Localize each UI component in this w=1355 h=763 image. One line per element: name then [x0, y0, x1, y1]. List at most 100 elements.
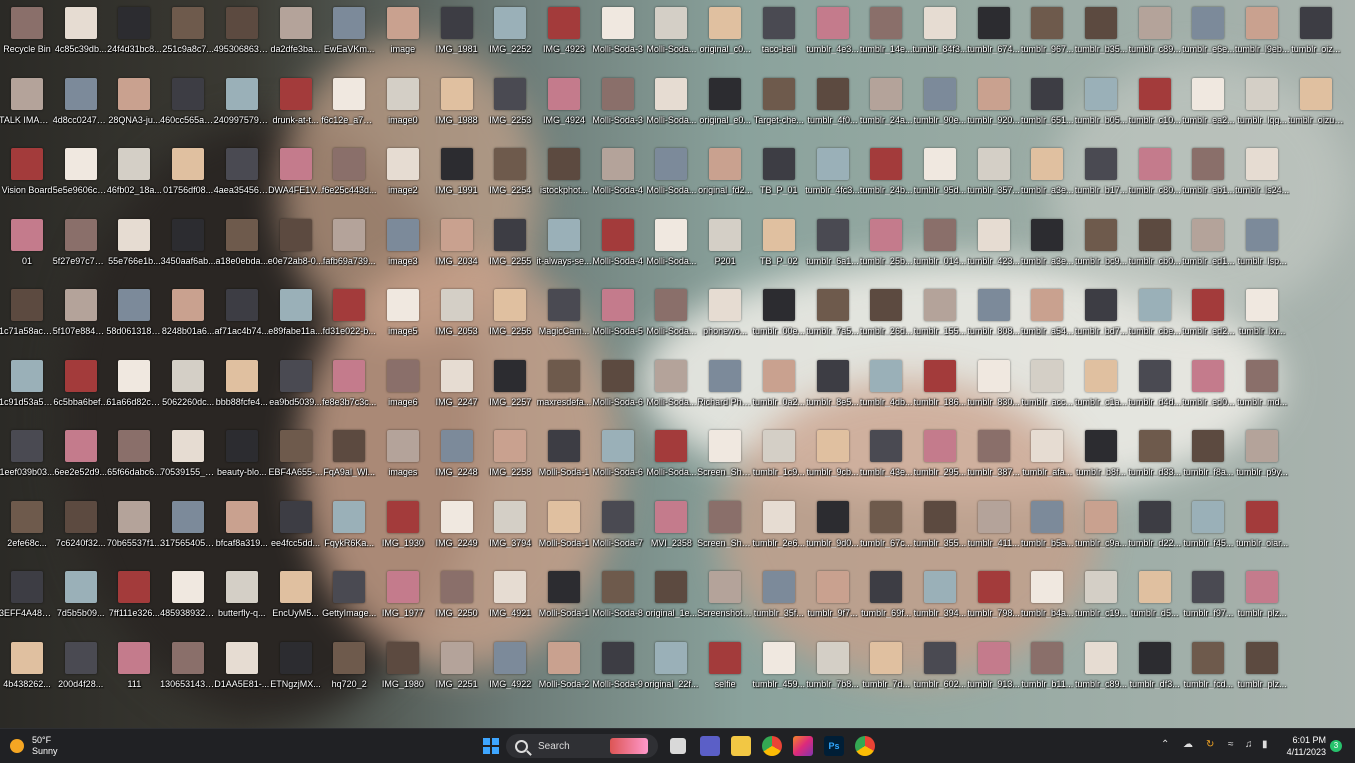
desktop-icon[interactable]: tumblr_md...: [1235, 355, 1289, 423]
desktop-icon[interactable]: tumblr_920...: [967, 73, 1021, 141]
desktop-icon[interactable]: tumblr_lxr...: [1235, 284, 1289, 352]
desktop-icon[interactable]: Molli-Soda-6: [591, 425, 645, 493]
desktop-icon[interactable]: IMG_1980: [376, 637, 430, 705]
desktop-icon[interactable]: Screen_Sho...: [697, 496, 753, 564]
desktop-icon[interactable]: 1306531433...: [160, 637, 216, 705]
chrome-profile-icon[interactable]: [855, 736, 875, 756]
wifi-icon[interactable]: ≈: [1228, 739, 1234, 750]
desktop-icon[interactable]: IMG_2249: [430, 496, 484, 564]
desktop-icon[interactable]: IMG_2251: [430, 637, 484, 705]
desktop-icon[interactable]: tumblr_b05...: [1074, 73, 1128, 141]
desktop-icon[interactable]: 58d0613182...: [106, 284, 162, 352]
desktop-icon[interactable]: tumblr_8e5...: [806, 355, 860, 423]
desktop-icon[interactable]: tumblr_cbe...: [1128, 284, 1182, 352]
desktop-icon[interactable]: tumblr_c10...: [1128, 73, 1182, 141]
desktop-icon[interactable]: tumblr_oiz...: [1289, 2, 1343, 70]
volume-icon[interactable]: ♫: [1245, 739, 1253, 750]
desktop-icon[interactable]: tumblr_oiar...: [1235, 496, 1289, 564]
desktop-icon[interactable]: phonewo...: [698, 284, 752, 352]
desktop-icon[interactable]: tumblr_bc9...: [1074, 214, 1128, 282]
desktop-icon[interactable]: tumblr_c89...: [1128, 2, 1182, 70]
desktop-icon[interactable]: 46fb02_18a...: [107, 143, 162, 211]
desktop-icon[interactable]: Richard Photo RO85: [697, 355, 753, 423]
desktop-icon[interactable]: tumblr_c89...: [1074, 637, 1128, 705]
desktop-icon[interactable]: selfie: [698, 637, 752, 705]
desktop-icon[interactable]: Molli-Soda-8: [591, 566, 645, 634]
photoshop-icon[interactable]: Ps: [824, 736, 844, 756]
desktop-icon[interactable]: tumblr_24a...: [859, 73, 913, 141]
desktop-icon[interactable]: tumblr_423...: [967, 214, 1021, 282]
desktop-icon[interactable]: IMG_4921: [483, 566, 537, 634]
desktop-icon[interactable]: tumblr_387...: [967, 425, 1021, 493]
desktop-icon[interactable]: IMG_2252: [483, 2, 537, 70]
desktop-icon[interactable]: Molli-Soda...: [644, 425, 698, 493]
desktop-icon[interactable]: tumblr_9d0...: [806, 496, 860, 564]
desktop-icon[interactable]: tumblr_913...: [967, 637, 1021, 705]
desktop-icon[interactable]: 7d5b5b09...: [54, 566, 108, 634]
desktop-icon[interactable]: tumblr_355...: [913, 496, 967, 564]
desktop-icon[interactable]: tumblr_95d...: [913, 143, 967, 211]
desktop-icon[interactable]: drunk-at-t...: [269, 73, 323, 141]
desktop-icon[interactable]: tumblr_25b...: [859, 214, 913, 282]
desktop-icon[interactable]: tumblr_b5a...: [1020, 496, 1074, 564]
desktop-icon[interactable]: 2409975798...: [214, 73, 270, 141]
desktop-icon[interactable]: tumblr_d22...: [1128, 496, 1182, 564]
desktop-icon[interactable]: f6e25c443d...: [322, 143, 376, 211]
desktop-icon[interactable]: P201: [698, 214, 752, 282]
desktop-icon[interactable]: tumblr_0a2...: [752, 355, 806, 423]
chrome-icon[interactable]: [762, 736, 782, 756]
desktop-icon[interactable]: tumblr_4e3...: [806, 2, 860, 70]
desktop-icon[interactable]: IMG_2258: [483, 425, 537, 493]
desktop-icon[interactable]: tumblr_67c...: [859, 496, 913, 564]
desktop-icon[interactable]: original_22f...: [644, 637, 698, 705]
taskbar-search-box[interactable]: Search: [506, 734, 658, 758]
desktop-icon[interactable]: tumblr_d5...: [1128, 566, 1182, 634]
desktop-icon[interactable]: 4953068637...: [214, 2, 270, 70]
desktop-icon[interactable]: 6c5bba6bef...: [53, 355, 108, 423]
desktop-icon[interactable]: tumblr_84f3...: [912, 2, 967, 70]
desktop-icon[interactable]: tumblr_d4d...: [1128, 355, 1182, 423]
desktop-icon[interactable]: tumblr_1c9...: [752, 425, 806, 493]
desktop-icon[interactable]: IMG_3794: [483, 496, 537, 564]
desktop-icon[interactable]: tumblr_b17...: [1074, 143, 1128, 211]
desktop-icon[interactable]: tumblr_a54...: [1020, 284, 1074, 352]
desktop-icon[interactable]: tumblr_c9a...: [1074, 496, 1128, 564]
desktop-icon[interactable]: tumblr_014...: [913, 214, 967, 282]
desktop-icon[interactable]: e0e72ab8-0...: [268, 214, 323, 282]
desktop-icon[interactable]: Molli-Soda...: [644, 284, 698, 352]
show-hidden-icons-chevron-icon[interactable]: ⌃: [1161, 739, 1169, 750]
desktop-icon[interactable]: image2: [376, 143, 430, 211]
desktop-icon[interactable]: tumblr_967...: [1020, 2, 1074, 70]
desktop-icon[interactable]: original_1e...: [644, 566, 698, 634]
desktop-icon[interactable]: EncUyM5...: [269, 566, 323, 634]
desktop-icon[interactable]: tumblr_6a1...: [806, 214, 860, 282]
desktop-icon[interactable]: tumblr_ls24...: [1235, 143, 1289, 211]
desktop-icon[interactable]: IMG_2250: [430, 566, 484, 634]
desktop-icon[interactable]: Molli-Soda-3: [591, 73, 645, 141]
desktop-icon[interactable]: 4aea35456d...: [214, 143, 270, 211]
desktop-icon[interactable]: tumblr_7b8...: [806, 637, 860, 705]
desktop-icon[interactable]: GettyImage...: [322, 566, 376, 634]
desktop-icon[interactable]: 111: [107, 637, 161, 705]
desktop-icon[interactable]: 5f27e97c76f...: [53, 214, 109, 282]
desktop-icon[interactable]: 3450aaf6ab...: [161, 214, 216, 282]
task-view-icon[interactable]: [670, 738, 686, 754]
desktop-icon[interactable]: Molli-Soda-4: [591, 143, 645, 211]
instagram-icon[interactable]: [793, 736, 813, 756]
desktop-icon[interactable]: Molli-Soda-2: [537, 637, 591, 705]
desktop-icon[interactable]: tumblr_9f7...: [806, 566, 860, 634]
desktop-icon[interactable]: Recycle Bin: [0, 2, 54, 70]
desktop-icon[interactable]: tumblr_7d...: [859, 637, 913, 705]
desktop-icon[interactable]: image: [376, 2, 430, 70]
desktop-icon[interactable]: Molli-Soda...: [644, 73, 698, 141]
desktop-icon[interactable]: IMG_1977: [376, 566, 430, 634]
desktop-icon[interactable]: image0: [376, 73, 430, 141]
desktop-icon[interactable]: image6: [376, 355, 430, 423]
desktop-icon[interactable]: tumblr_ea2...: [1181, 73, 1235, 141]
desktop-icon[interactable]: ee4fcc5dd...: [269, 496, 323, 564]
desktop-icon[interactable]: tumblr_d33...: [1128, 425, 1182, 493]
desktop-icon[interactable]: fe8e3b7c3c...: [322, 355, 376, 423]
system-clock[interactable]: 6:01 PM 4/11/2023: [1282, 734, 1326, 758]
desktop-icon[interactable]: tumblr_459...: [752, 637, 806, 705]
desktop-icon[interactable]: 1c91d53a5b...: [0, 355, 55, 423]
